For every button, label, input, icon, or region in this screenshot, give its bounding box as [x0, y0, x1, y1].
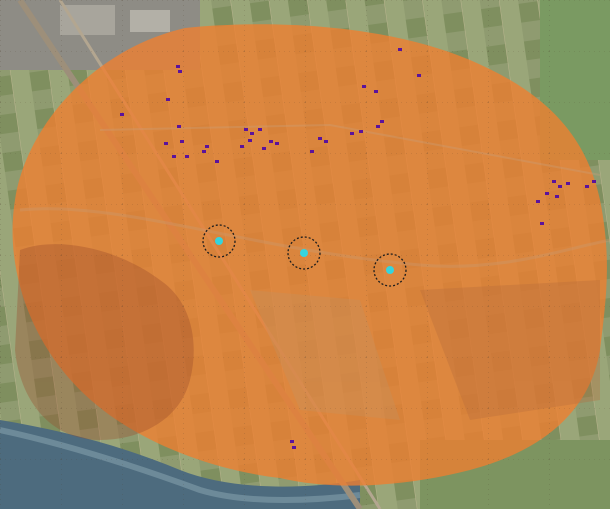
building-footprint — [380, 120, 384, 123]
building-footprint — [290, 440, 294, 443]
building-footprint — [178, 70, 182, 73]
building-footprint — [376, 125, 380, 128]
turbine-point[interactable] — [300, 249, 308, 257]
building-footprint — [176, 65, 180, 68]
building-footprint — [164, 142, 168, 145]
building-footprint — [324, 140, 328, 143]
building-footprint — [275, 142, 279, 145]
building-footprint — [177, 125, 181, 128]
building-footprint — [540, 222, 544, 225]
building-footprint — [180, 140, 184, 143]
building-footprint — [172, 155, 176, 158]
building-footprint — [258, 128, 262, 131]
building-footprint — [350, 132, 354, 135]
building-footprint — [244, 128, 248, 131]
building-footprint — [292, 446, 296, 449]
building-footprint — [545, 192, 549, 195]
building-footprint — [359, 130, 363, 133]
building-footprint — [552, 180, 556, 183]
building-footprint — [248, 139, 252, 142]
building-footprint — [318, 137, 322, 140]
turbine-point[interactable] — [215, 237, 223, 245]
building-footprint — [585, 185, 589, 188]
building-footprint — [566, 182, 570, 185]
map-canvas[interactable] — [0, 0, 610, 509]
map-view[interactable] — [0, 0, 610, 509]
building-footprint — [240, 145, 244, 148]
building-footprint — [592, 180, 596, 183]
building-footprint — [262, 147, 266, 150]
building-footprint — [362, 85, 366, 88]
building-footprint — [215, 160, 219, 163]
building-footprint — [166, 98, 170, 101]
building-footprint — [555, 195, 559, 198]
building-footprint — [558, 185, 562, 188]
building-footprint — [374, 90, 378, 93]
building-footprint — [310, 150, 314, 153]
building-footprint — [202, 150, 206, 153]
building-footprint — [398, 48, 402, 51]
building-footprint — [205, 145, 209, 148]
building-footprint — [417, 74, 421, 77]
building-footprint — [536, 200, 540, 203]
building-footprint — [120, 113, 124, 116]
building-footprint — [269, 140, 273, 143]
building-footprint — [250, 132, 254, 135]
turbine-point[interactable] — [386, 266, 394, 274]
building-footprint — [185, 155, 189, 158]
